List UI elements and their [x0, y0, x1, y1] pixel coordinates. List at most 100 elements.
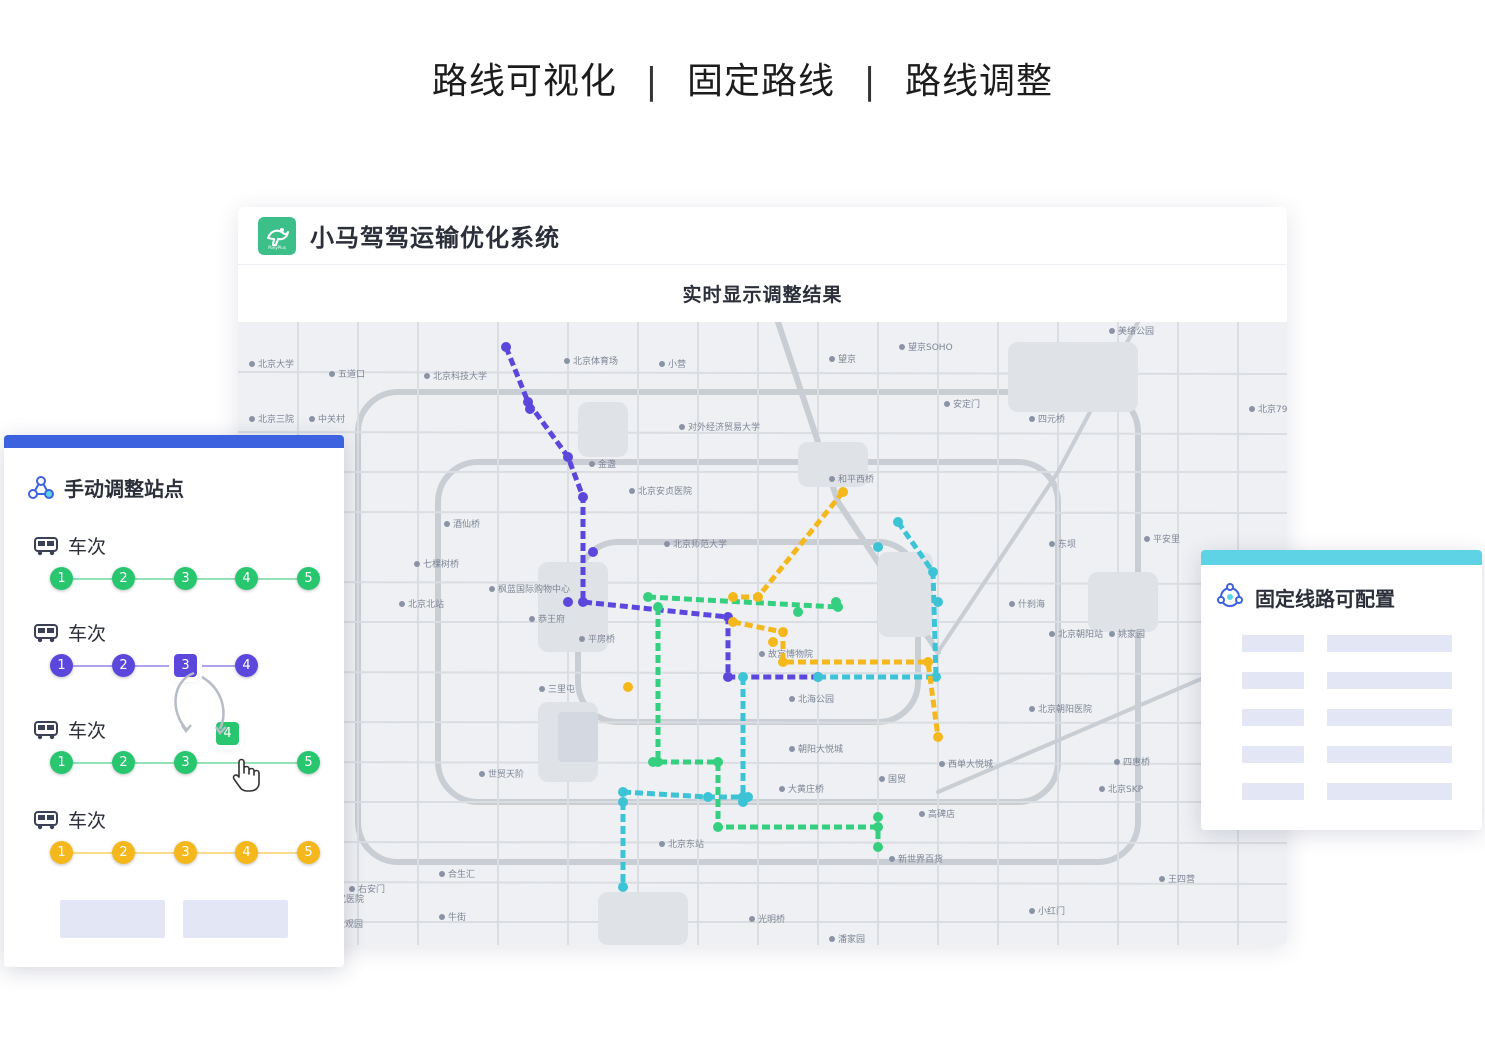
- app-header: PonyPlus 小马驾驾运输优化系统: [238, 207, 1287, 265]
- route-stop-marker[interactable]: [873, 822, 883, 832]
- route-stop-marker[interactable]: [893, 517, 903, 527]
- config-row-key[interactable]: [1242, 746, 1304, 763]
- stop-node[interactable]: 5: [297, 751, 320, 774]
- stop-node[interactable]: 1: [50, 841, 73, 864]
- stop-node[interactable]: 5: [297, 567, 320, 590]
- route-stop-marker[interactable]: [623, 682, 633, 692]
- stop-node[interactable]: 3: [174, 841, 197, 864]
- map-poi-icon: [779, 786, 785, 792]
- route-stop-marker[interactable]: [653, 602, 663, 612]
- route-stop-marker[interactable]: [838, 487, 848, 497]
- route-stop-marker[interactable]: [728, 617, 738, 627]
- config-row-key[interactable]: [1242, 672, 1304, 689]
- map-label: 平房桥: [588, 633, 615, 645]
- stop-node[interactable]: 4: [235, 567, 258, 590]
- route-line[interactable]: [622, 789, 748, 800]
- route-stop-marker[interactable]: [713, 757, 723, 767]
- map-poi-icon: [1114, 759, 1120, 765]
- config-row-key[interactable]: [1242, 709, 1304, 726]
- stop-node[interactable]: 1: [50, 567, 73, 590]
- route-stop-marker[interactable]: [618, 882, 628, 892]
- route-stop-marker[interactable]: [578, 492, 588, 502]
- map-canvas[interactable]: 北京大学五道口 北京科技大学 北京体育场 小营 望京 望京SOHO 美络公园北京三院 中关村对…: [238, 319, 1287, 945]
- route-stop-marker[interactable]: [793, 607, 803, 617]
- cancel-button[interactable]: [183, 900, 288, 938]
- route-stop-marker[interactable]: [588, 547, 598, 557]
- route-stop-marker[interactable]: [525, 404, 535, 414]
- route-stop-marker[interactable]: [778, 657, 788, 667]
- map-green-area: [598, 892, 688, 945]
- route-map[interactable]: 北京大学 五道口 北京科技大学 北京体育场 小营 望京 望京SOHO 美络公园 北京三院 中关村对…: [238, 319, 1287, 945]
- route-stop-marker[interactable]: [873, 812, 883, 822]
- trip-label: 车次: [34, 532, 106, 559]
- map-poi-icon: [829, 936, 835, 942]
- route-stop-marker[interactable]: [813, 672, 823, 682]
- route-line[interactable]: [655, 607, 881, 847]
- stop-node[interactable]: 2: [112, 567, 135, 590]
- route-stop-marker[interactable]: [933, 732, 943, 742]
- route-stop-marker[interactable]: [778, 627, 788, 637]
- map-poi-icon: [789, 696, 795, 702]
- route-stop-marker[interactable]: [728, 592, 738, 602]
- route-stop-marker[interactable]: [768, 637, 778, 647]
- stop-node[interactable]: 1: [50, 654, 73, 677]
- route-stop-marker[interactable]: [713, 822, 723, 832]
- stop-node[interactable]: 2: [112, 841, 135, 864]
- route-stop-marker[interactable]: [923, 657, 933, 667]
- fixed-route-title: 固定线路可配置: [1215, 582, 1395, 612]
- stop-node[interactable]: 3: [174, 567, 197, 590]
- config-row-key[interactable]: [1242, 635, 1304, 652]
- route-stop-marker[interactable]: [831, 597, 841, 607]
- route-stop-marker[interactable]: [738, 672, 748, 682]
- app-window: PonyPlus 小马驾驾运输优化系统 实时显示调整结果 北京大学 五道口 北京科技…: [238, 207, 1287, 945]
- route-stop-marker[interactable]: [501, 342, 511, 352]
- route-stop-marker[interactable]: [928, 567, 938, 577]
- map-label: 故宫博物院: [768, 648, 813, 660]
- route-stop-marker[interactable]: [703, 792, 713, 802]
- config-row-value[interactable]: [1327, 672, 1452, 689]
- map-label: 北京大学: [258, 358, 294, 370]
- map-poi-icon: [759, 651, 765, 657]
- stop-node[interactable]: 2: [112, 654, 135, 677]
- config-row-value[interactable]: [1327, 783, 1452, 800]
- stop-node[interactable]: 5: [297, 841, 320, 864]
- route-stop-marker[interactable]: [753, 592, 763, 602]
- route-stop-marker[interactable]: [738, 797, 748, 807]
- stop-node[interactable]: 2: [112, 751, 135, 774]
- headline-separator: |: [863, 61, 877, 102]
- route-stop-marker[interactable]: [933, 597, 943, 607]
- confirm-button[interactable]: [60, 900, 165, 938]
- panel-accent-bar: [1201, 550, 1482, 565]
- map-poi-icon: [1144, 536, 1150, 542]
- map-label: 北京SKP: [1108, 783, 1144, 795]
- route-stop-marker[interactable]: [618, 797, 628, 807]
- stop-node[interactable]: 1: [50, 751, 73, 774]
- route-stop-marker[interactable]: [723, 672, 733, 682]
- route-stop-marker[interactable]: [563, 452, 573, 462]
- map-label: 北京三院: [258, 413, 294, 425]
- config-row-key[interactable]: [1242, 783, 1304, 800]
- route-stop-marker[interactable]: [873, 842, 883, 852]
- config-row-value[interactable]: [1327, 635, 1452, 652]
- config-row-value[interactable]: [1327, 709, 1452, 726]
- route-stop-marker[interactable]: [648, 757, 658, 767]
- bus-icon: [34, 536, 58, 555]
- stop-connector: [135, 762, 174, 764]
- map-poi-icon: [889, 856, 895, 862]
- route-stop-marker[interactable]: [618, 787, 628, 797]
- route-stop-marker[interactable]: [563, 597, 573, 607]
- bus-icon: [34, 720, 58, 739]
- map-poi-icon: [664, 541, 670, 547]
- route-stop-marker[interactable]: [873, 542, 883, 552]
- map-label: 什刹海: [1018, 598, 1045, 610]
- stop-connector: [73, 665, 112, 667]
- config-row-value[interactable]: [1327, 746, 1452, 763]
- stop-node[interactable]: 3: [174, 751, 197, 774]
- trip-label: 车次: [34, 716, 106, 743]
- route-stop-marker[interactable]: [578, 597, 588, 607]
- stop-node[interactable]: 4: [235, 654, 258, 677]
- map-label: 世贸天阶: [488, 768, 524, 780]
- stop-node[interactable]: 4: [235, 841, 258, 864]
- map-poi-icon: [944, 401, 950, 407]
- route-stop-marker[interactable]: [643, 592, 653, 602]
